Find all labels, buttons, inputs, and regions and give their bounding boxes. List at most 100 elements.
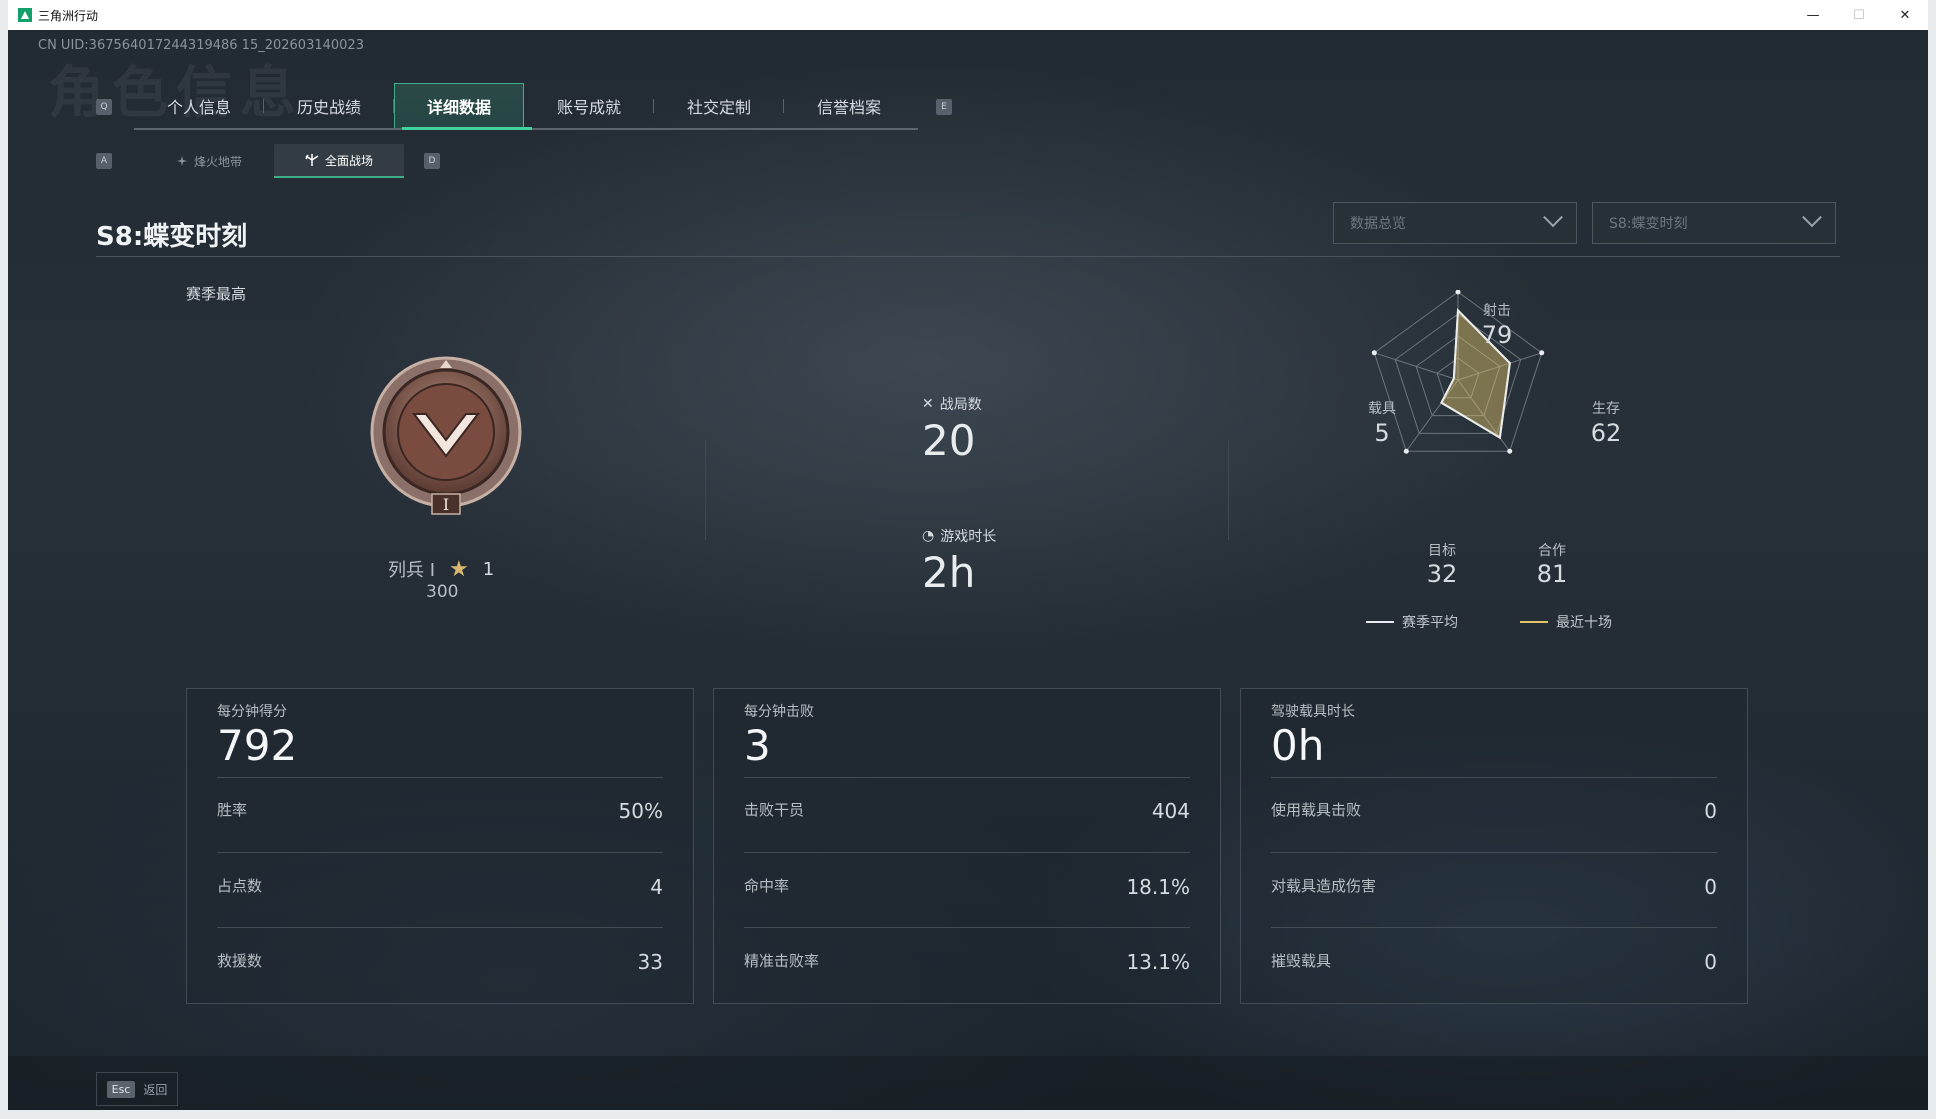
card-stat-label: 精准击败率 xyxy=(744,952,820,970)
operations-icon xyxy=(176,156,187,166)
card-divider xyxy=(744,777,1190,778)
card-divider xyxy=(1271,927,1717,928)
legend-season-average-label: 赛季平均 xyxy=(1402,615,1458,631)
subtab-prev-key-hint: A xyxy=(96,153,112,169)
close-button[interactable]: ✕ xyxy=(1882,0,1928,30)
stopwatch-icon: ◔ xyxy=(922,528,935,544)
radar-axis-tip xyxy=(1403,448,1409,454)
header-divider xyxy=(96,256,1840,257)
season-best-label: 赛季最高 xyxy=(186,285,247,303)
card-main-value: 792 xyxy=(217,721,298,770)
tab-prev-key-hint: Q xyxy=(96,99,112,115)
subtab-operations-label: 烽火地带 xyxy=(193,154,242,169)
card-stat-row: 击败干员 404 xyxy=(744,799,1190,823)
radar-axis-label: 目标 xyxy=(1428,543,1456,559)
radar-axis-label: 射击 xyxy=(1483,303,1511,319)
data-overview-dropdown[interactable]: 数据总览 xyxy=(1333,202,1577,244)
card-stat-value: 0 xyxy=(1704,799,1717,823)
section-divider xyxy=(1228,440,1229,540)
duration-stat-value: 2h xyxy=(922,548,976,597)
legend-swatch xyxy=(1366,621,1394,623)
card-stat-value: 0 xyxy=(1704,950,1717,974)
rank-score: 300 xyxy=(426,582,459,602)
card-stat-label: 使用载具击败 xyxy=(1271,801,1362,819)
card-divider xyxy=(217,927,663,928)
back-button[interactable]: Esc 返回 xyxy=(96,1072,178,1106)
minimize-button[interactable]: — xyxy=(1790,0,1836,30)
card-stat-row: 摧毁载具 0 xyxy=(1271,950,1717,974)
radar-axis-value: 32 xyxy=(1426,560,1458,588)
active-tab-indicator xyxy=(402,127,532,130)
subtab-operations[interactable]: 烽火地带 xyxy=(144,144,274,178)
card-divider xyxy=(217,777,663,778)
app-logo-icon xyxy=(18,8,32,22)
matches-stat-label: ✕ 战局数 xyxy=(922,394,982,414)
card-stat-label: 占点数 xyxy=(217,877,263,895)
chevron-down-icon xyxy=(1802,207,1822,228)
radar-axis-label: 合作 xyxy=(1538,543,1566,559)
card-stat-row: 命中率 18.1% xyxy=(744,875,1190,899)
card-divider xyxy=(217,852,663,853)
main-tab-bar: 个人信息 历史战绩 详细数据 账号成就 社交定制 信誉档案 xyxy=(134,83,918,130)
rank-name-text: 列兵 I xyxy=(388,560,436,581)
kill-stats-card: 每分钟击败 3 击败干员 404 命中率 18.1% 精准击败率 13.1% xyxy=(713,688,1221,1004)
radar-axis-value: 81 xyxy=(1536,560,1568,588)
card-title: 每分钟得分 xyxy=(217,704,287,720)
season-select-dropdown-value: S8:蝶变时刻 xyxy=(1609,216,1688,232)
card-stat-value: 33 xyxy=(637,950,663,974)
tab-personal-info[interactable]: 个人信息 xyxy=(134,83,264,128)
rank-badge-numeral: I xyxy=(443,495,449,514)
radar-axis-tip xyxy=(1371,350,1377,356)
rank-stars-count: 1 xyxy=(482,558,495,580)
card-stat-label: 胜率 xyxy=(217,801,248,819)
warfare-icon xyxy=(305,154,319,166)
card-stat-label: 摧毁载具 xyxy=(1271,952,1332,970)
card-stat-row: 对载具造成伤害 0 xyxy=(1271,875,1717,899)
player-uid: CN UID:367564017244319486 15_20260314002… xyxy=(38,38,364,53)
legend-swatch xyxy=(1520,621,1548,623)
tab-match-history[interactable]: 历史战绩 xyxy=(264,83,394,128)
tab-achievements[interactable]: 账号成就 xyxy=(524,83,654,128)
score-stats-card: 每分钟得分 792 胜率 50% 占点数 4 救援数 33 xyxy=(186,688,694,1004)
radar-axis-value: 79 xyxy=(1481,321,1513,349)
section-divider xyxy=(705,440,706,540)
maximize-button[interactable]: ☐ xyxy=(1836,0,1882,30)
card-divider xyxy=(744,852,1190,853)
tab-social-custom[interactable]: 社交定制 xyxy=(654,83,784,128)
radar-axis-tip xyxy=(1539,350,1545,356)
back-button-label: 返回 xyxy=(143,1082,168,1097)
card-stat-value: 0 xyxy=(1704,875,1717,899)
esc-key-hint: Esc xyxy=(106,1080,136,1098)
card-title: 每分钟击败 xyxy=(744,704,814,720)
subtab-warfare[interactable]: 全面战场 xyxy=(274,144,404,178)
card-main-value: 0h xyxy=(1271,721,1325,770)
card-stat-value: 13.1% xyxy=(1126,950,1190,974)
card-stat-row: 救援数 33 xyxy=(217,950,663,974)
radar-axis-value: 62 xyxy=(1590,419,1622,447)
chevron-down-icon xyxy=(1543,207,1563,228)
card-stat-label: 击败干员 xyxy=(744,801,805,819)
card-stat-label: 命中率 xyxy=(744,877,790,895)
window-title: 三角洲行动 xyxy=(38,8,99,23)
window-titlebar: 三角洲行动 — ☐ ✕ xyxy=(8,0,1928,30)
duration-stat-label: ◔ 游戏时长 xyxy=(922,526,996,546)
card-title: 驾驶载具时长 xyxy=(1271,704,1355,720)
tab-next-key-hint: E xyxy=(936,99,952,115)
game-viewport: 角色信息 CN UID:367564017244319486 15_202603… xyxy=(8,30,1928,1110)
card-stat-label: 救援数 xyxy=(217,952,263,970)
season-select-dropdown[interactable]: S8:蝶变时刻 xyxy=(1592,202,1836,244)
crossed-swords-icon: ✕ xyxy=(922,396,934,412)
season-title: S8:蝶变时刻 xyxy=(96,222,248,252)
card-stat-row: 胜率 50% xyxy=(217,799,663,823)
radar-axis-label: 载具 xyxy=(1368,401,1396,417)
mode-subtab-bar: 烽火地带 全面战场 xyxy=(144,144,404,178)
tab-detailed-data[interactable]: 详细数据 xyxy=(394,83,524,128)
card-stat-row: 使用载具击败 0 xyxy=(1271,799,1717,823)
radar-axis-line xyxy=(1374,352,1459,381)
card-divider xyxy=(1271,852,1717,853)
star-icon: ★ xyxy=(449,556,469,582)
tab-credit-record[interactable]: 信誉档案 xyxy=(784,83,914,128)
legend-recent-ten-label: 最近十场 xyxy=(1556,615,1612,631)
card-stat-value: 4 xyxy=(650,875,663,899)
card-stat-row: 精准击败率 13.1% xyxy=(744,950,1190,974)
